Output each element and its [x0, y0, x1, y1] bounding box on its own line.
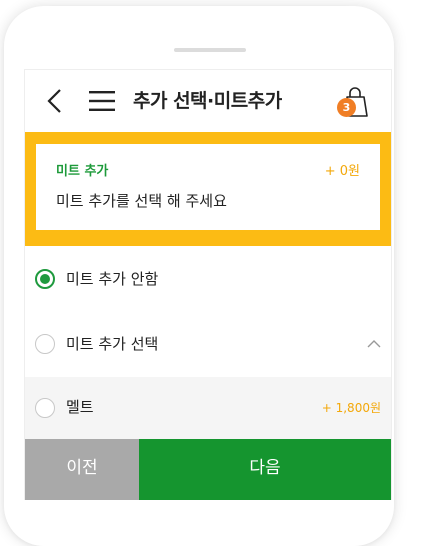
- chevron-up-icon[interactable]: [367, 339, 381, 349]
- prev-button[interactable]: 이전: [25, 439, 139, 500]
- option-no-meat[interactable]: 미트 추가 안함: [25, 246, 391, 314]
- summary-text: 미트 추가를 선택 해 주세요: [56, 192, 227, 210]
- sub-option-melt[interactable]: 멜트 + 1,800원: [25, 377, 391, 440]
- option-label: 미트 추가 안함: [66, 270, 159, 288]
- cart-count-badge: 3: [337, 98, 356, 117]
- option-add-meat[interactable]: 미트 추가 선택: [25, 313, 391, 378]
- radio-unselected[interactable]: [35, 334, 55, 354]
- app-screen: 추가 선택·미트추가 3 미트 추가 + 0원 미트 추가를 선택 해 주세요 …: [24, 69, 392, 500]
- summary-price: + 0원: [324, 164, 360, 179]
- radio-unselected[interactable]: [35, 398, 55, 418]
- sub-option-price: + 1,800원: [321, 401, 381, 415]
- bottom-actions: 이전 다음: [25, 439, 391, 500]
- radio-selected[interactable]: [35, 269, 55, 289]
- selection-summary: 미트 추가 + 0원 미트 추가를 선택 해 주세요: [25, 132, 391, 246]
- summary-card: 미트 추가 + 0원 미트 추가를 선택 해 주세요: [36, 144, 380, 230]
- hamburger-icon: [89, 91, 115, 111]
- next-button[interactable]: 다음: [139, 439, 391, 500]
- chevron-left-icon: [47, 89, 61, 113]
- page-title: 추가 선택·미트추가: [133, 90, 282, 112]
- top-bar: 추가 선택·미트추가 3: [25, 70, 391, 132]
- phone-speaker: [174, 48, 246, 52]
- option-label: 미트 추가 선택: [66, 335, 159, 353]
- summary-label: 미트 추가: [56, 164, 109, 179]
- back-button[interactable]: [45, 88, 65, 114]
- sub-option-label: 멜트: [66, 398, 94, 416]
- menu-button[interactable]: [89, 90, 115, 112]
